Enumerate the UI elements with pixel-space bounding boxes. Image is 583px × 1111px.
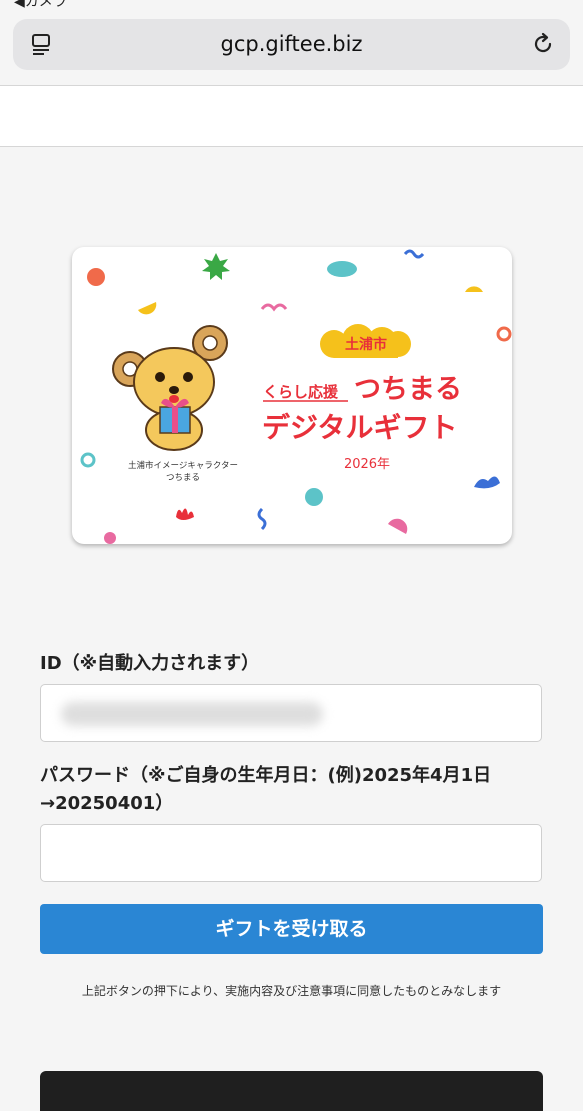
- bottom-button-partial[interactable]: [40, 1071, 543, 1111]
- city-badge-text: 土浦市: [345, 336, 387, 353]
- title-prefix: くらし応援: [263, 383, 339, 401]
- password-field[interactable]: [40, 824, 542, 882]
- id-label: ID（※自動入力されます）: [40, 653, 260, 674]
- gift-card-image: 土浦市イメージキャラクター つちまる 土浦市 くらし応援 つちまる デジタルギフ…: [72, 247, 512, 544]
- title-line2: デジタルギフト: [262, 411, 457, 444]
- confetti-shape: [176, 508, 194, 520]
- password-label-line2: →20250401）: [40, 793, 174, 814]
- character-caption-2: つちまる: [166, 473, 200, 483]
- character-caption-1: 土浦市イメージキャラクター: [128, 460, 238, 471]
- receive-gift-button[interactable]: ギフトを受け取る: [40, 904, 543, 954]
- page-header: [0, 85, 583, 147]
- confetti-shape: [87, 268, 105, 286]
- confetti-shape: [388, 518, 408, 534]
- confetti-shape: [80, 452, 96, 468]
- confetti-shape: [403, 249, 425, 259]
- password-label-line1: パスワード（※ご自身の生年月日：(例)2025年4月1日: [40, 765, 492, 786]
- reload-icon[interactable]: [530, 31, 556, 57]
- url-text: gcp.giftee.biz: [220, 32, 363, 56]
- id-field[interactable]: ●●●●●●●●●●●●●●●●: [40, 684, 542, 742]
- card-year: 2026年: [344, 457, 390, 472]
- confetti-shape: [138, 302, 157, 315]
- confetti-shape: [327, 261, 357, 277]
- confetti-shape: [465, 286, 483, 292]
- mascot-illustration: [112, 325, 228, 451]
- id-value: ●●●●●●●●●●●●●●●●: [67, 705, 276, 723]
- confetti-shape: [257, 507, 267, 531]
- confetti-shape: [496, 326, 512, 342]
- back-to-camera-link[interactable]: ◀カメラ: [14, 0, 67, 11]
- confetti-shape: [305, 488, 323, 506]
- confetti-shape: [260, 303, 288, 312]
- confetti-shape: [202, 253, 230, 280]
- address-bar[interactable]: gcp.giftee.biz: [13, 19, 570, 70]
- agreement-note: 上記ボタンの押下により、実施内容及び注意事項に同意したものとみなします: [81, 984, 502, 998]
- confetti-shape: [474, 476, 500, 489]
- title-main: つちまる: [354, 374, 462, 405]
- confetti-shape: [104, 532, 116, 544]
